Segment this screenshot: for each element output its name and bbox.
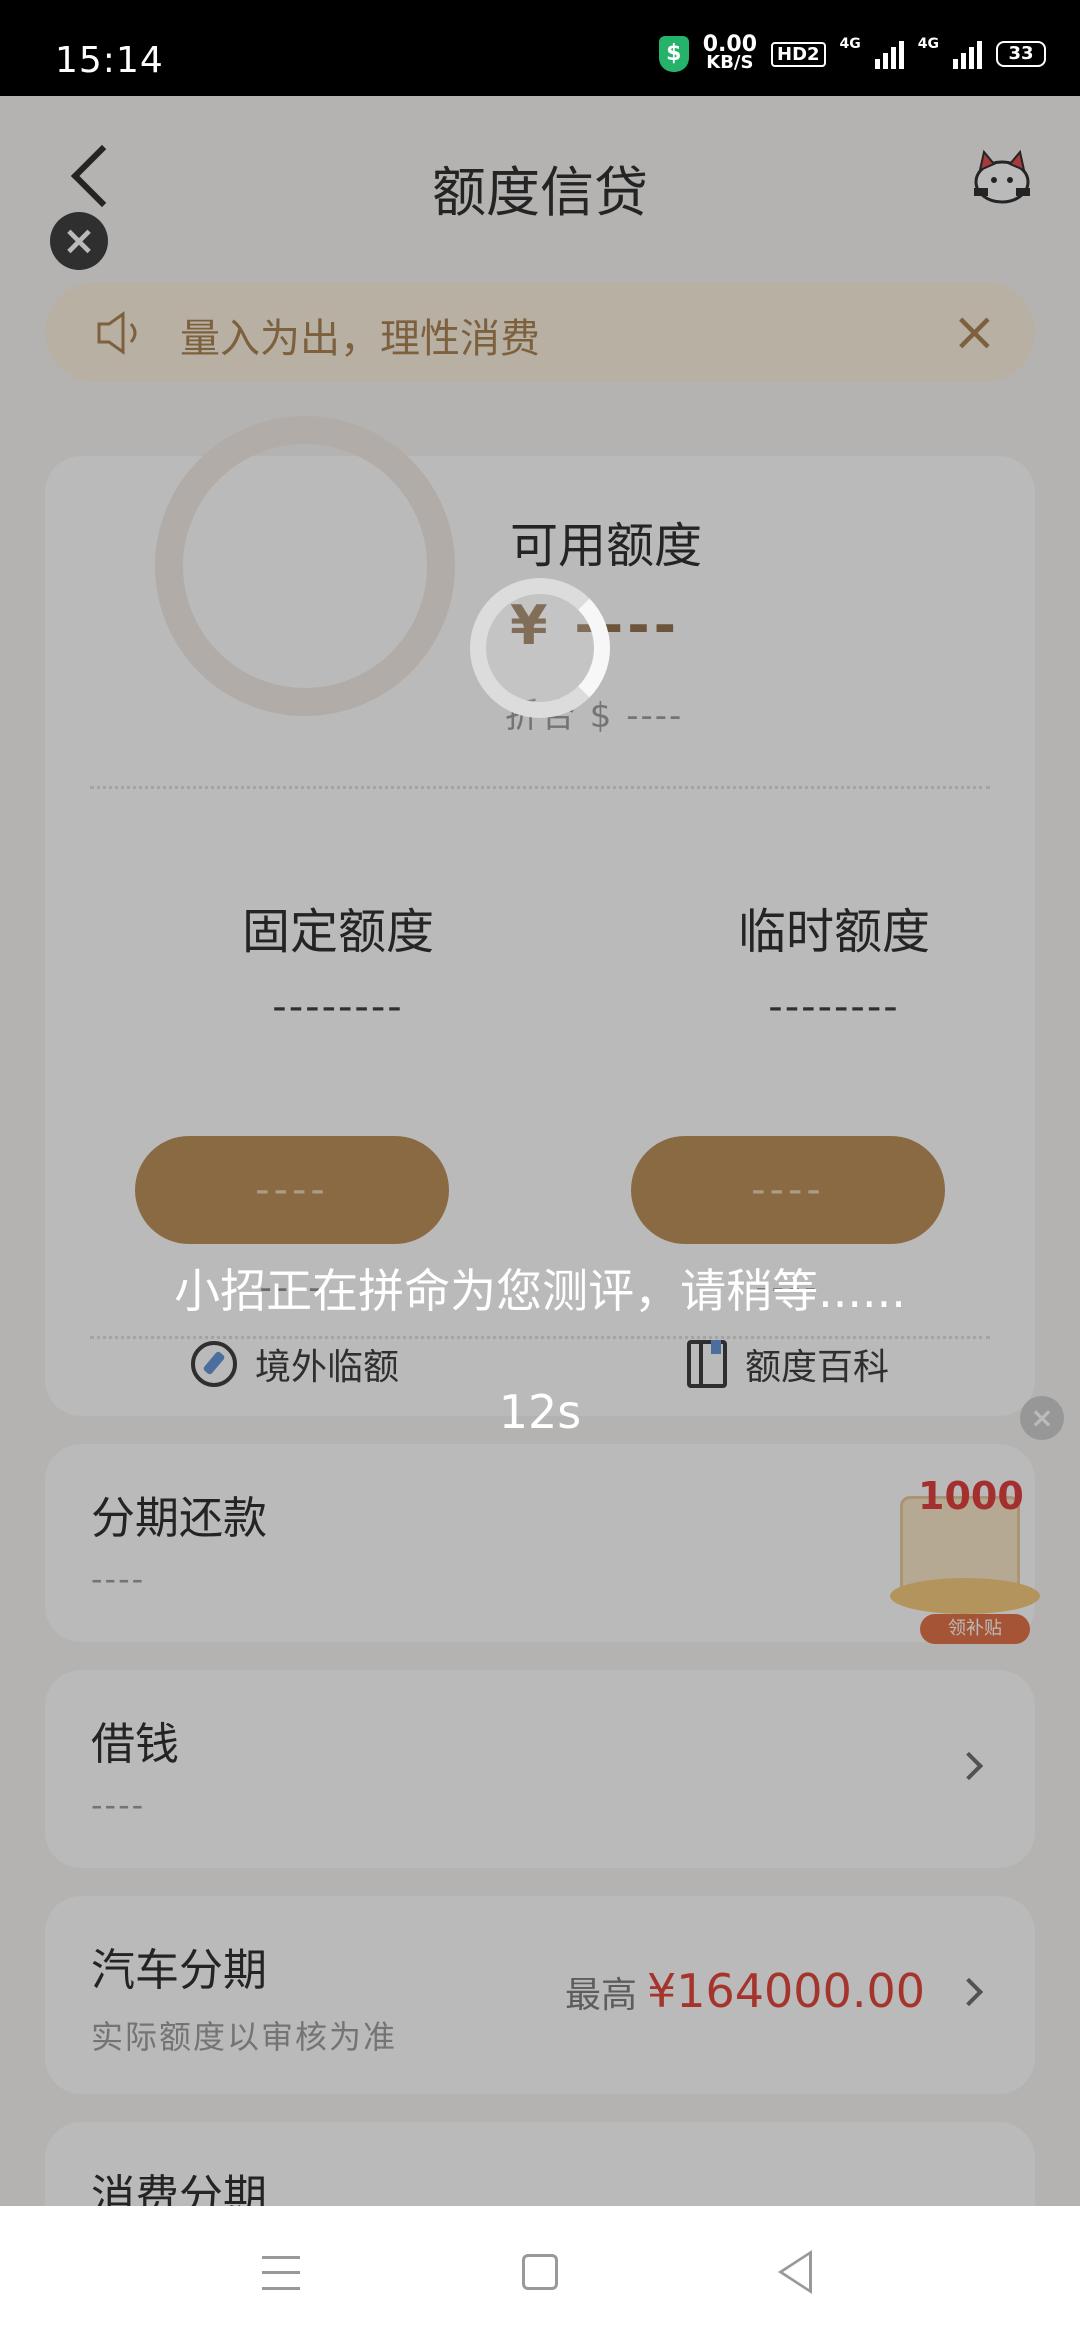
- home-icon[interactable]: [522, 2254, 558, 2290]
- hd-voice-icon: HD2: [771, 41, 826, 67]
- loading-spinner-icon: [470, 578, 610, 718]
- menu-icon[interactable]: [262, 2256, 300, 2290]
- system-nav-bar: [0, 2206, 1080, 2340]
- signal-icon-2: [953, 39, 982, 69]
- status-icons: $ 0.00 KB/S HD2 4G 4G 33: [658, 34, 1046, 73]
- loading-countdown: 12s: [498, 1385, 582, 1439]
- status-bar: 15:14 $ 0.00 KB/S HD2 4G 4G 33: [0, 0, 1080, 96]
- loading-overlay: [0, 96, 1080, 2206]
- back-triangle-icon[interactable]: [778, 2250, 812, 2294]
- signal-icon: [874, 39, 904, 69]
- security-shield-icon: $: [658, 36, 689, 72]
- loading-message: 小招正在拼命为您测评，请稍等......: [174, 1264, 906, 1318]
- status-time: 15:14: [55, 40, 164, 81]
- network-type-2: 4G: [917, 36, 939, 52]
- network-type-1: 4G: [839, 36, 861, 52]
- network-speed: 0.00 KB/S: [703, 34, 757, 73]
- network-speed-unit: KB/S: [706, 52, 754, 73]
- battery-icon: 33: [996, 41, 1046, 67]
